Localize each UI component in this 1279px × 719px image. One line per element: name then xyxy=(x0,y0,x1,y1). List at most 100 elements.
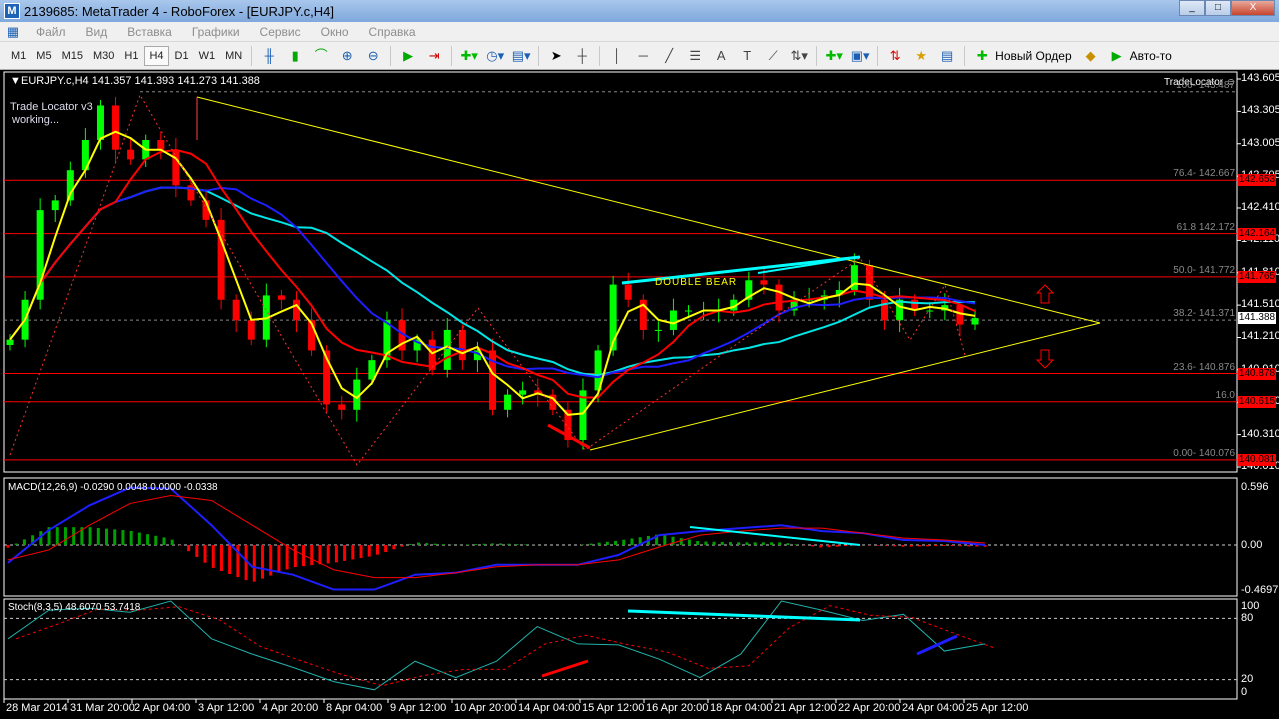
time-axis-label: 21 Apr 12:00 xyxy=(774,702,837,714)
time-axis-label: 9 Apr 12:00 xyxy=(390,702,447,714)
macd-histogram-bar xyxy=(843,545,847,547)
price-tag: 141.765 xyxy=(1238,270,1276,283)
bull-candle xyxy=(443,329,451,370)
macd-histogram-bar xyxy=(786,543,790,545)
macd-histogram-bar xyxy=(277,545,281,573)
price-tag: 142.164 xyxy=(1238,227,1276,240)
double-bear-annotation: DOUBLE BEAR xyxy=(655,277,738,288)
current-price-tag: 141.388 xyxy=(1238,312,1276,325)
macd-histogram-bar xyxy=(482,543,486,545)
macd-histogram-bar xyxy=(696,541,700,545)
macd-histogram-bar xyxy=(351,545,355,560)
macd-histogram-bar xyxy=(490,543,494,545)
stoch-axis-100: 100 xyxy=(1241,600,1260,612)
bull-candle xyxy=(519,390,527,395)
macd-histogram-bar xyxy=(72,527,76,545)
price-axis-label: 140.310 xyxy=(1241,427,1279,440)
macd-histogram-bar xyxy=(909,545,913,547)
macd-histogram-bar xyxy=(893,545,897,547)
time-axis-label: 3 Apr 12:00 xyxy=(198,702,255,714)
macd-histogram-bar xyxy=(917,545,921,547)
price-axis-label: 141.210 xyxy=(1241,330,1279,343)
macd-histogram-bar xyxy=(753,542,757,545)
macd-histogram-bar xyxy=(375,545,379,555)
bear-candle xyxy=(956,305,964,325)
macd-histogram-bar xyxy=(285,545,289,570)
macd-histogram-bar xyxy=(211,545,215,568)
time-axis-label: 10 Apr 20:00 xyxy=(454,702,517,714)
macd-histogram-bar xyxy=(581,544,585,545)
indicator-status: working... xyxy=(12,114,60,126)
macd-histogram-bar xyxy=(219,545,223,571)
macd-histogram-bar xyxy=(310,545,314,566)
macd-pane-border xyxy=(3,477,1238,597)
macd-histogram-bar xyxy=(934,545,938,547)
macd-histogram-bar xyxy=(433,543,437,545)
price-axis-label: 143.305 xyxy=(1241,104,1279,117)
macd-histogram-bar xyxy=(614,540,618,545)
macd-histogram-bar xyxy=(367,545,371,557)
macd-histogram-bar xyxy=(958,545,962,547)
macd-axis-max: 0.596 xyxy=(1241,481,1269,493)
macd-histogram-bar xyxy=(466,544,470,545)
macd-histogram-bar xyxy=(827,545,831,548)
triangle-lower-trendline xyxy=(589,322,1101,451)
stoch-axis-80: 80 xyxy=(1241,612,1254,624)
bear-candle xyxy=(172,149,180,186)
fib-level-label: 100- 143.487 xyxy=(1176,79,1235,91)
macd-histogram-bar xyxy=(154,535,158,545)
macd-histogram-bar xyxy=(293,545,297,568)
ma-yellow-line xyxy=(9,130,976,416)
macd-histogram-bar xyxy=(326,545,330,564)
arrow-down-icon xyxy=(1035,349,1055,369)
macd-histogram-bar xyxy=(170,539,174,545)
macd-histogram-bar xyxy=(474,544,478,545)
stoch-label: Stoch(8,3,5) 48.6070 53.7418 xyxy=(8,602,141,613)
macd-histogram-bar xyxy=(819,545,823,548)
macd-histogram-bar xyxy=(137,532,141,545)
macd-histogram-bar xyxy=(720,541,724,545)
macd-histogram-bar xyxy=(113,529,117,545)
macd-histogram-bar xyxy=(523,544,527,545)
macd-histogram-bar xyxy=(228,545,232,575)
macd-histogram-bar xyxy=(121,530,125,545)
macd-histogram-bar xyxy=(441,544,445,545)
macd-histogram-bar xyxy=(811,545,815,547)
macd-histogram-bar xyxy=(622,539,626,545)
time-axis-label: 14 Apr 04:00 xyxy=(518,702,581,714)
macd-histogram-bar xyxy=(901,545,905,547)
macd-histogram-bar xyxy=(515,544,519,545)
macd-histogram-bar xyxy=(737,542,741,545)
bear-candle xyxy=(775,284,783,311)
bull-candle xyxy=(926,310,934,312)
bull-candle xyxy=(51,200,59,211)
stoch-divergence-line xyxy=(541,659,589,678)
macd-histogram-bar xyxy=(876,545,880,546)
price-tag: 142.653 xyxy=(1238,174,1276,187)
macd-histogram-bar xyxy=(942,545,946,546)
symbol-dropdown-icon[interactable]: ▼ xyxy=(10,75,21,87)
macd-histogram-bar xyxy=(605,541,609,545)
price-tag: 140.081 xyxy=(1238,453,1276,466)
fib-level-label: 38.2- 141.371 xyxy=(1173,308,1235,320)
macd-histogram-bar xyxy=(318,545,322,565)
bull-candle xyxy=(6,339,14,346)
macd-histogram-bar xyxy=(343,545,347,561)
time-axis-label: 28 Mar 2014 xyxy=(6,702,68,714)
macd-histogram-bar xyxy=(14,543,18,545)
bear-candle xyxy=(760,280,768,285)
macd-histogram-bar xyxy=(55,527,59,545)
bear-candle xyxy=(458,329,466,361)
macd-histogram-bar xyxy=(794,544,798,545)
price-tag: 140.878 xyxy=(1238,367,1276,380)
price-axis-label: 142.410 xyxy=(1241,200,1279,213)
bull-candle xyxy=(36,210,44,300)
bull-candle xyxy=(504,394,512,410)
macd-histogram-bar xyxy=(129,530,133,545)
macd-histogram-bar xyxy=(417,542,421,545)
macd-histogram-bar xyxy=(778,542,782,545)
macd-histogram-bar xyxy=(630,538,634,545)
time-axis-label: 24 Apr 04:00 xyxy=(902,702,965,714)
macd-histogram-bar xyxy=(105,528,109,545)
time-axis-label: 31 Mar 20:00 xyxy=(70,702,135,714)
